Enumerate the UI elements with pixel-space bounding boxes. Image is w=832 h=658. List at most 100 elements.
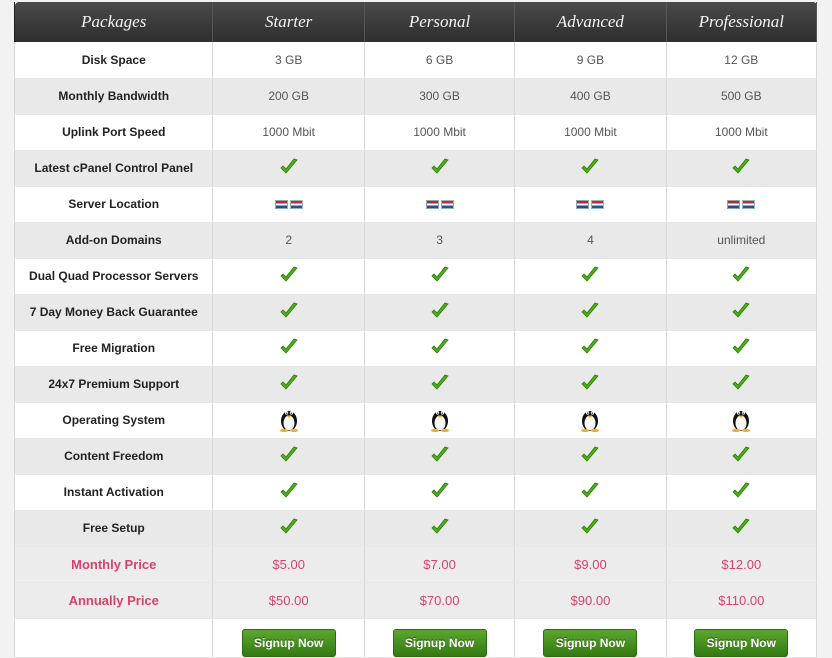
feature-label: Disk Space <box>13 42 214 79</box>
check-icon <box>279 265 299 285</box>
feature-label: Server Location <box>13 186 214 223</box>
feature-label: Uplink Port Speed <box>13 114 214 151</box>
feature-cell-professional <box>666 402 818 439</box>
plan-header-advanced: Advanced <box>514 2 667 42</box>
feature-cell-advanced <box>514 150 667 187</box>
check-icon <box>279 373 299 393</box>
check-icon <box>279 445 299 465</box>
feature-value-advanced: 400 GB <box>514 78 667 115</box>
check-icon <box>731 265 751 285</box>
annual-price-starter: $50.00 <box>212 582 365 619</box>
feature-label: 7 Day Money Back Guarantee <box>13 294 214 331</box>
feature-cell-personal <box>364 186 516 223</box>
flag-icon <box>425 200 454 210</box>
feature-cell-starter <box>212 258 365 295</box>
check-icon <box>731 481 751 501</box>
feature-value-personal: 300 GB <box>364 78 516 115</box>
check-icon <box>580 373 600 393</box>
feature-cell-personal <box>364 510 516 547</box>
feature-cell-personal <box>364 366 516 403</box>
feature-row: Free Migration <box>13 330 818 367</box>
feature-label: Content Freedom <box>13 438 214 475</box>
feature-value-starter: 1000 Mbit <box>212 114 365 151</box>
monthly-price-starter: $5.00 <box>212 546 365 583</box>
feature-cell-advanced <box>514 186 667 223</box>
feature-cell-professional <box>666 330 818 367</box>
feature-row: 24x7 Premium Support <box>13 366 818 403</box>
check-icon <box>430 517 450 537</box>
plan-header-starter: Starter <box>212 2 365 42</box>
check-icon <box>279 517 299 537</box>
feature-label: Add-on Domains <box>13 222 214 259</box>
feature-row: Add-on Domains 2 3 4 unlimited <box>13 222 818 259</box>
feature-cell-advanced <box>514 366 667 403</box>
feature-cell-professional <box>666 258 818 295</box>
feature-cell-starter <box>212 402 365 439</box>
signup-button-professional[interactable]: Signup Now <box>694 628 789 657</box>
feature-cell-starter <box>212 510 365 547</box>
feature-value-professional: unlimited <box>666 222 818 259</box>
monthly-price-personal: $7.00 <box>364 546 516 583</box>
signup-button-starter[interactable]: Signup Now <box>241 628 336 657</box>
feature-cell-professional <box>666 150 818 187</box>
plan-header-professional: Professional <box>665 2 818 42</box>
annual-price-label: Annually Price <box>13 582 214 619</box>
feature-cell-professional <box>666 186 818 223</box>
check-icon <box>430 301 450 321</box>
check-icon <box>430 445 450 465</box>
feature-row: 7 Day Money Back Guarantee <box>13 294 818 331</box>
flag-icon <box>274 200 303 210</box>
feature-cell-advanced <box>514 402 667 439</box>
feature-value-professional: 500 GB <box>666 78 818 115</box>
feature-row: Uplink Port Speed 1000 Mbit 1000 Mbit 1000 … <box>13 114 818 151</box>
feature-label: Free Migration <box>13 330 214 367</box>
feature-cell-advanced <box>514 438 667 475</box>
feature-cell-advanced <box>514 330 667 367</box>
feature-value-advanced: 1000 Mbit <box>514 114 667 151</box>
check-icon <box>430 337 450 357</box>
feature-value-professional: 1000 Mbit <box>666 114 818 151</box>
feature-cell-professional <box>666 294 818 331</box>
check-icon <box>731 337 751 357</box>
check-icon <box>731 157 751 177</box>
feature-cell-starter <box>212 438 365 475</box>
feature-label: 24x7 Premium Support <box>13 366 214 403</box>
check-icon <box>580 301 600 321</box>
feature-cell-personal <box>364 438 516 475</box>
check-icon <box>580 481 600 501</box>
feature-label: Monthly Bandwidth <box>13 78 214 115</box>
linux-tux-icon <box>730 406 752 432</box>
feature-cell-professional <box>666 438 818 475</box>
feature-label: Latest cPanel Control Panel <box>13 150 214 187</box>
check-icon <box>279 157 299 177</box>
feature-cell-professional <box>666 510 818 547</box>
signup-button-personal[interactable]: Signup Now <box>392 628 487 657</box>
feature-cell-advanced <box>514 510 667 547</box>
check-icon <box>580 337 600 357</box>
annual-price-personal: $70.00 <box>364 582 516 619</box>
linux-tux-icon <box>429 406 451 432</box>
annual-price-row: Annually Price $50.00 $70.00 $90.00 $110… <box>13 582 818 619</box>
feature-cell-personal <box>364 258 516 295</box>
feature-cell-advanced <box>514 474 667 511</box>
feature-value-personal: 3 <box>364 222 516 259</box>
check-icon <box>430 373 450 393</box>
linux-tux-icon <box>278 406 300 432</box>
check-icon <box>580 265 600 285</box>
signup-row: Signup Now Signup Now Signup Now Signup … <box>13 618 818 658</box>
check-icon <box>731 373 751 393</box>
pricing-table-wrapper: Packages Starter Personal Advanced Profe… <box>13 2 818 658</box>
check-icon <box>731 517 751 537</box>
feature-cell-advanced <box>514 294 667 331</box>
feature-cell-starter <box>212 186 365 223</box>
check-icon <box>279 481 299 501</box>
feature-label: Instant Activation <box>13 474 214 511</box>
check-icon <box>430 157 450 177</box>
check-icon <box>580 445 600 465</box>
signup-button-advanced[interactable]: Signup Now <box>543 628 638 657</box>
feature-label: Operating System <box>13 402 214 439</box>
feature-row: Instant Activation <box>13 474 818 511</box>
feature-value-starter: 200 GB <box>212 78 365 115</box>
check-icon <box>279 301 299 321</box>
linux-tux-icon <box>579 406 601 432</box>
